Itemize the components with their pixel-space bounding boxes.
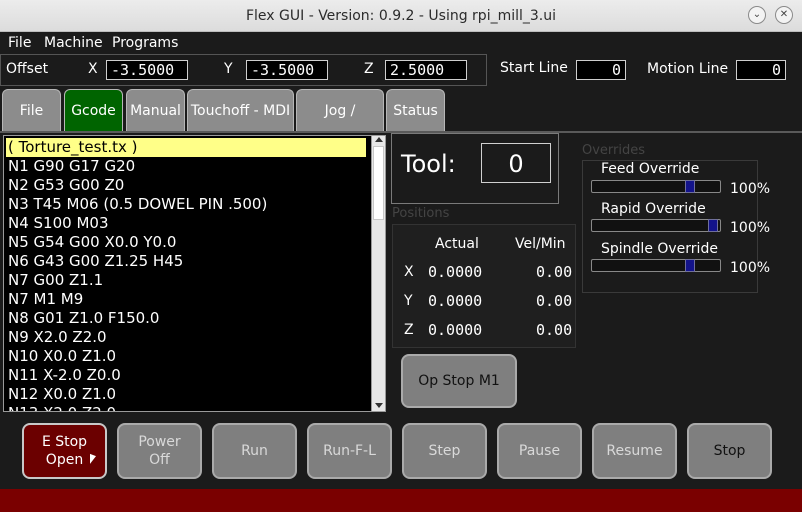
rapid-override-slider[interactable]: [591, 219, 721, 232]
position-axis-y: Y: [404, 293, 413, 309]
feed-override-value: 100%: [730, 181, 771, 197]
position-vel-y: 0.00: [536, 292, 573, 310]
estop-button[interactable]: E Stop Open: [22, 423, 107, 479]
overrides-title: Overrides: [582, 143, 646, 158]
gcode-line[interactable]: N6 G43 G00 Z1.25 H45: [8, 252, 183, 271]
gcode-scrollbar[interactable]: [371, 136, 385, 411]
position-actual-y: 0.0000: [428, 292, 483, 310]
tab-file[interactable]: File: [2, 89, 61, 131]
tab-jog-spindle[interactable]: Jog / Spindle: [296, 89, 384, 161]
feed-override-slider[interactable]: [591, 180, 721, 193]
gcode-line[interactable]: N3 T45 M06 (0.5 DOWEL PIN .500): [8, 195, 267, 214]
run-button[interactable]: Run: [212, 423, 297, 479]
gcode-line[interactable]: N9 X2.0 Z2.0: [8, 328, 107, 347]
scroll-down-icon[interactable]: [375, 403, 383, 408]
gcode-line[interactable]: N1 G90 G17 G20: [8, 157, 135, 176]
estop-label-line1: E Stop: [41, 434, 88, 450]
gcode-line[interactable]: N7 G00 Z1.1: [8, 271, 103, 290]
run-from-line-button[interactable]: Run-F-L: [307, 423, 392, 479]
positions-actual-header: Actual: [435, 236, 479, 252]
scroll-up-icon[interactable]: [375, 137, 383, 142]
spindle-override-label: Spindle Override: [601, 241, 718, 257]
position-axis-x: X: [404, 264, 414, 280]
position-actual-x: 0.0000: [428, 263, 483, 281]
power-label-line2: Off: [149, 452, 170, 468]
position-actual-z: 0.0000: [428, 321, 483, 339]
power-button[interactable]: Power Off: [117, 423, 202, 479]
gcode-line[interactable]: N12 X0.0 Z1.0: [8, 385, 116, 404]
mouse-cursor-icon: [90, 453, 96, 467]
gcode-line[interactable]: N11 X-2.0 Z0.0: [8, 366, 121, 385]
offset-x-label: X: [88, 61, 98, 77]
op-stop-button[interactable]: Op Stop M1: [401, 354, 517, 408]
spindle-override-value: 100%: [730, 260, 771, 276]
offset-label: Offset: [6, 61, 49, 77]
gcode-viewer[interactable]: ( Torture_test.tx ) N1 G90 G17 G20 N2 G5…: [3, 135, 386, 412]
offset-y-label: Y: [224, 61, 233, 77]
estop-label-line2: Open: [45, 452, 84, 468]
status-bar: [0, 489, 802, 512]
gcode-line[interactable]: N2 G53 G00 Z0: [8, 176, 124, 195]
tab-manual[interactable]: Manual: [126, 89, 185, 131]
tool-number: 0: [481, 143, 551, 183]
feed-override-handle[interactable]: [685, 180, 695, 193]
gcode-line[interactable]: ( Torture_test.tx ): [6, 138, 366, 157]
scroll-thumb[interactable]: [373, 146, 384, 220]
menu-programs[interactable]: Programs: [112, 32, 178, 54]
gcode-line[interactable]: N4 S100 M03: [8, 214, 108, 233]
gcode-line[interactable]: N8 G01 Z1.0 F150.0: [8, 309, 159, 328]
tool-label: Tool:: [401, 150, 456, 178]
offset-z-label: Z: [364, 61, 374, 77]
tab-status[interactable]: Status: [386, 89, 445, 131]
gcode-line[interactable]: N10 X0.0 Z1.0: [8, 347, 116, 366]
offset-z-value: 2.5000: [385, 60, 467, 80]
offset-y-value: -3.5000: [246, 60, 328, 80]
motion-line-value: 0: [736, 60, 786, 80]
window-title: Flex GUI - Version: 0.9.2 - Using rpi_mi…: [245, 8, 557, 24]
spindle-override-slider[interactable]: [591, 259, 721, 272]
step-button[interactable]: Step: [402, 423, 487, 479]
tab-gcode[interactable]: Gcode: [64, 89, 123, 131]
spindle-override-handle[interactable]: [685, 259, 695, 272]
offset-x-value: -3.5000: [106, 60, 188, 80]
start-line-field[interactable]: 0: [576, 60, 626, 80]
gcode-line[interactable]: N13 X2.0 Z2.0: [8, 404, 116, 411]
start-line-label: Start Line: [500, 60, 568, 76]
rapid-override-handle[interactable]: [708, 219, 718, 232]
pause-button[interactable]: Pause: [497, 423, 582, 479]
rapid-override-value: 100%: [730, 220, 771, 236]
position-vel-x: 0.00: [536, 263, 573, 281]
minimize-icon[interactable]: ⌄: [748, 6, 766, 24]
gcode-line[interactable]: N7 M1 M9: [8, 290, 83, 309]
resume-button[interactable]: Resume: [592, 423, 677, 479]
position-vel-z: 0.00: [536, 321, 573, 339]
gcode-line[interactable]: N5 G54 G00 X0.0 Y0.0: [8, 233, 176, 252]
power-label-line1: Power: [138, 434, 181, 450]
menu-file[interactable]: File: [8, 32, 31, 54]
feed-override-label: Feed Override: [601, 161, 700, 177]
menu-machine[interactable]: Machine: [44, 32, 103, 54]
motion-line-label: Motion Line: [647, 61, 729, 77]
tab-touchoff-mdi[interactable]: Touchoff - MDI: [187, 89, 294, 131]
positions-vel-header: Vel/Min: [515, 236, 566, 252]
close-icon[interactable]: ✕: [775, 6, 793, 24]
positions-title: Positions: [392, 206, 450, 221]
rapid-override-label: Rapid Override: [601, 201, 706, 217]
stop-button[interactable]: Stop: [687, 423, 772, 479]
position-axis-z: Z: [404, 322, 414, 338]
